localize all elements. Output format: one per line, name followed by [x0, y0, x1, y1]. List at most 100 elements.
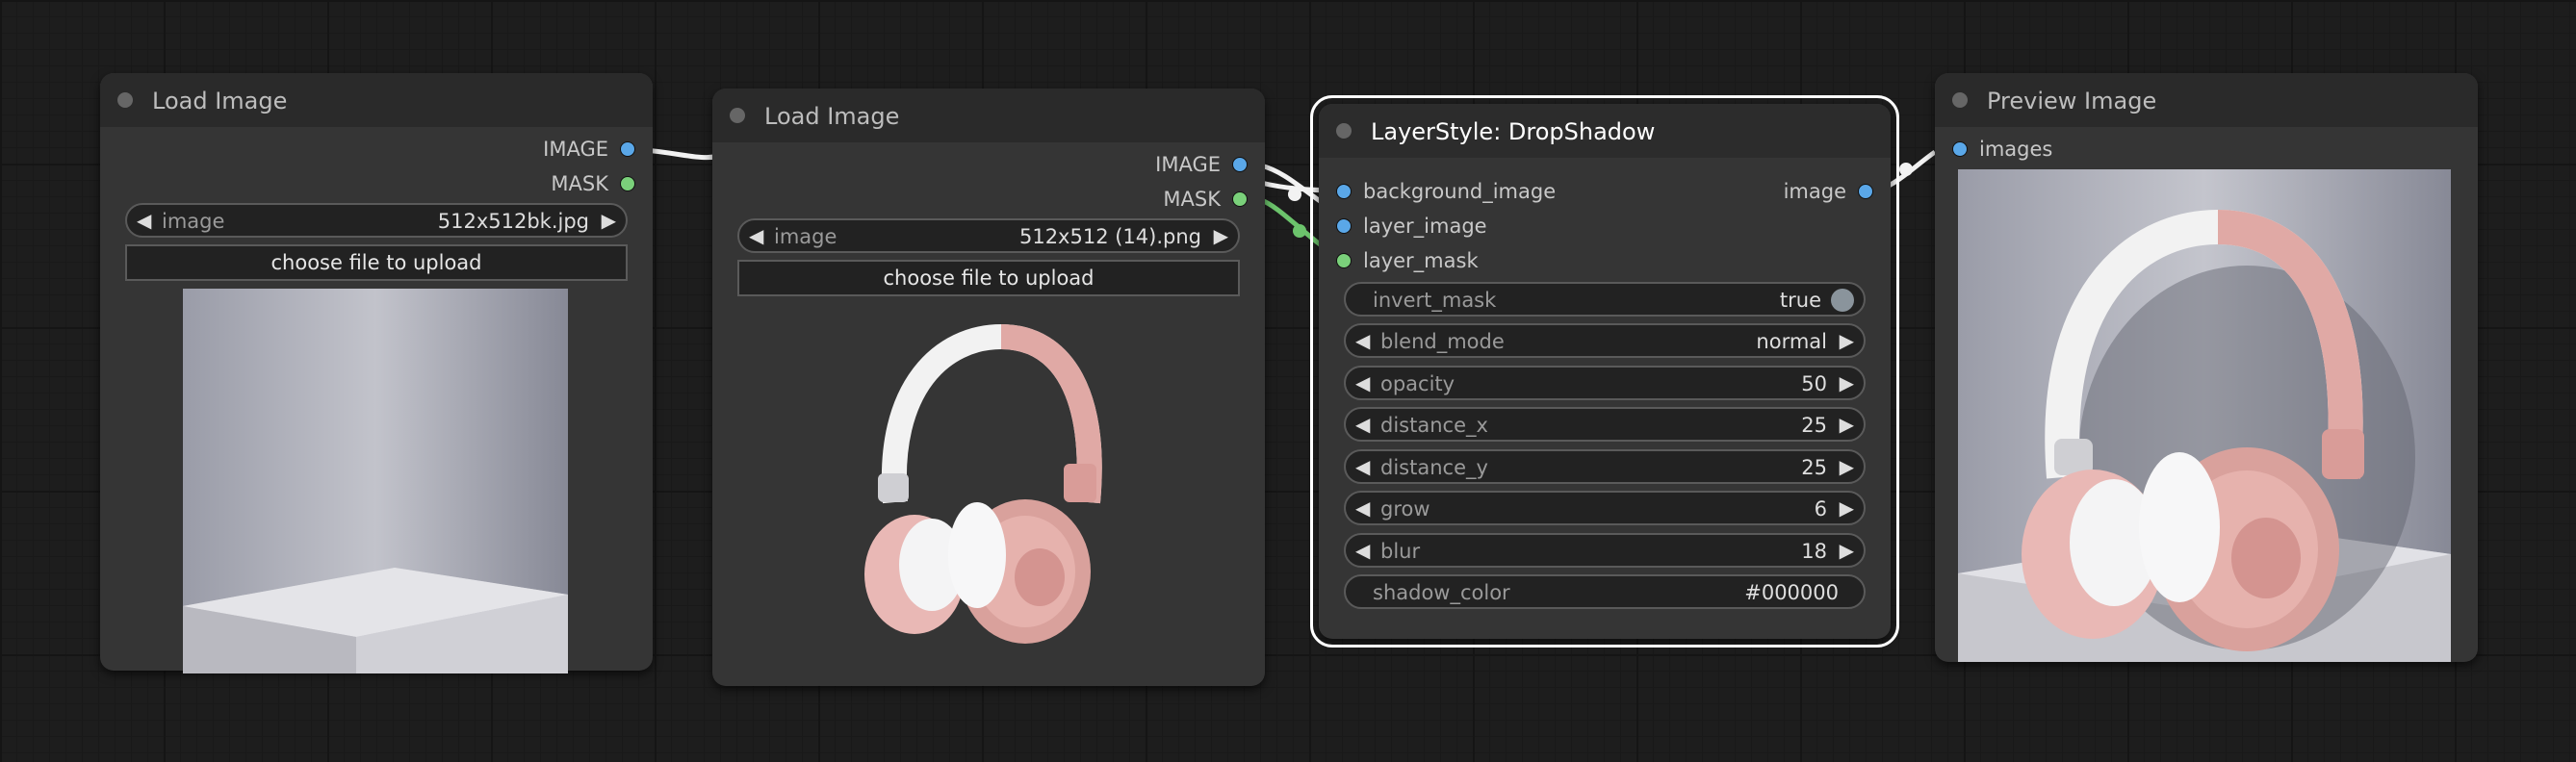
- node-title: LayerStyle: DropShadow: [1371, 118, 1656, 145]
- load-image-node-2[interactable]: Load Image IMAGE MASK ◀ image 512x512 (1…: [712, 89, 1265, 686]
- composite-preview-illustration: [1958, 169, 2451, 662]
- collapse-dot-icon[interactable]: [1952, 92, 1968, 108]
- widget-label: opacity: [1380, 372, 1455, 395]
- output-label-image: IMAGE: [1155, 153, 1221, 176]
- collapse-dot-icon[interactable]: [730, 108, 745, 123]
- image-input-dot-icon[interactable]: [1336, 218, 1352, 234]
- output-slot-image[interactable]: IMAGE: [543, 137, 635, 162]
- node-title-bar[interactable]: Load Image: [712, 89, 1265, 142]
- widget-label: distance_x: [1380, 414, 1488, 437]
- blend-mode-combo[interactable]: ◀ blend_mode normal ▶: [1344, 323, 1866, 358]
- image-preview: [183, 289, 568, 673]
- toggle-knob-icon[interactable]: [1831, 289, 1854, 312]
- upload-button[interactable]: choose file to upload: [737, 260, 1240, 296]
- widget-label: image: [162, 210, 225, 233]
- arrow-left-icon[interactable]: ◀: [1355, 413, 1370, 436]
- arrow-right-icon[interactable]: ▶: [1214, 224, 1228, 247]
- arrow-right-icon[interactable]: ▶: [602, 209, 616, 232]
- arrow-left-icon[interactable]: ◀: [749, 224, 763, 247]
- image-preview: [1958, 169, 2451, 662]
- image-input-dot-icon[interactable]: [1336, 184, 1352, 199]
- node-title-bar[interactable]: LayerStyle: DropShadow: [1319, 104, 1891, 158]
- node-title: Preview Image: [1987, 88, 2157, 114]
- widget-value: 6: [1814, 497, 1827, 521]
- output-slot-image[interactable]: IMAGE: [1155, 152, 1248, 177]
- image-output-dot-icon[interactable]: [1232, 157, 1248, 172]
- widget-value: #000000: [1744, 581, 1839, 604]
- mask-output-dot-icon[interactable]: [1232, 191, 1248, 207]
- distance-y-number-widget[interactable]: ◀ distance_y 25 ▶: [1344, 449, 1866, 484]
- load-image-node-1[interactable]: Load Image IMAGE MASK ◀ image 512x512bk.…: [100, 73, 653, 673]
- output-slot-image[interactable]: image: [1784, 179, 1873, 204]
- arrow-right-icon[interactable]: ▶: [1840, 329, 1854, 352]
- upload-button[interactable]: choose file to upload: [125, 244, 628, 281]
- widget-value: normal: [1756, 330, 1827, 353]
- arrow-right-icon[interactable]: ▶: [1840, 371, 1854, 394]
- widget-label: shadow_color: [1373, 581, 1510, 604]
- arrow-left-icon[interactable]: ◀: [137, 209, 151, 232]
- arrow-left-icon[interactable]: ◀: [1355, 371, 1370, 394]
- output-label-mask: MASK: [551, 172, 608, 195]
- input-label: images: [1979, 138, 2053, 161]
- node-graph-canvas[interactable]: Load Image IMAGE MASK ◀ image 512x512bk.…: [0, 0, 2576, 762]
- widget-label: image: [774, 225, 837, 248]
- image-preview: [857, 319, 1107, 647]
- widget-value: 50: [1801, 372, 1827, 395]
- input-label: layer_mask: [1363, 249, 1479, 272]
- image-output-dot-icon[interactable]: [1858, 184, 1873, 199]
- arrow-left-icon[interactable]: ◀: [1355, 329, 1370, 352]
- output-label-image: IMAGE: [543, 138, 608, 161]
- mask-output-dot-icon[interactable]: [620, 176, 635, 191]
- headphones-illustration: [864, 323, 1102, 644]
- distance-x-number-widget[interactable]: ◀ distance_x 25 ▶: [1344, 407, 1866, 442]
- wire-reroute-dot: [1288, 188, 1301, 201]
- arrow-left-icon[interactable]: ◀: [1355, 539, 1370, 562]
- blur-number-widget[interactable]: ◀ blur 18 ▶: [1344, 533, 1866, 568]
- image-input-dot-icon[interactable]: [1952, 141, 1968, 157]
- widget-label: blend_mode: [1380, 330, 1505, 353]
- node-title-bar[interactable]: Load Image: [100, 73, 653, 127]
- arrow-right-icon[interactable]: ▶: [1840, 539, 1854, 562]
- output-slot-mask[interactable]: MASK: [1163, 187, 1248, 212]
- arrow-left-icon[interactable]: ◀: [1355, 496, 1370, 520]
- widget-value: 18: [1801, 540, 1827, 563]
- collapse-dot-icon[interactable]: [117, 92, 133, 108]
- wire-reroute-dot-mask: [1293, 224, 1306, 238]
- arrow-left-icon[interactable]: ◀: [1355, 455, 1370, 478]
- shadow-color-text-widget[interactable]: shadow_color #000000: [1344, 574, 1866, 609]
- invert-mask-toggle[interactable]: invert_mask true: [1344, 282, 1866, 317]
- widget-value: 512x512 (14).png: [1018, 225, 1201, 248]
- drop-shadow-node[interactable]: LayerStyle: DropShadow background_image …: [1310, 95, 1899, 648]
- input-slot-layer-image[interactable]: layer_image: [1336, 214, 1487, 239]
- widget-value: 25: [1801, 456, 1827, 479]
- arrow-right-icon[interactable]: ▶: [1840, 413, 1854, 436]
- mask-input-dot-icon[interactable]: [1336, 253, 1352, 268]
- preview-image-node[interactable]: Preview Image images: [1935, 73, 2478, 662]
- collapse-dot-icon[interactable]: [1336, 123, 1352, 139]
- arrow-right-icon[interactable]: ▶: [1840, 455, 1854, 478]
- widget-label: invert_mask: [1373, 289, 1497, 312]
- output-label: image: [1783, 180, 1846, 203]
- widget-label: grow: [1380, 497, 1430, 521]
- image-combo-widget[interactable]: ◀ image 512x512bk.jpg ▶: [125, 203, 628, 238]
- opacity-number-widget[interactable]: ◀ opacity 50 ▶: [1344, 366, 1866, 400]
- input-slot-background-image[interactable]: background_image: [1336, 179, 1556, 204]
- pedestal-illustration: [183, 289, 568, 673]
- image-output-dot-icon[interactable]: [620, 141, 635, 157]
- widget-label: blur: [1380, 540, 1421, 563]
- grow-number-widget[interactable]: ◀ grow 6 ▶: [1344, 491, 1866, 525]
- node-title: Load Image: [152, 88, 288, 114]
- widget-value: true: [1779, 289, 1821, 312]
- node-title-bar[interactable]: Preview Image: [1935, 73, 2478, 127]
- arrow-right-icon[interactable]: ▶: [1840, 496, 1854, 520]
- input-slot-layer-mask[interactable]: layer_mask: [1336, 248, 1479, 273]
- node-title: Load Image: [764, 103, 900, 130]
- output-label-mask: MASK: [1163, 188, 1221, 211]
- widget-value: 25: [1801, 414, 1827, 437]
- image-combo-widget[interactable]: ◀ image 512x512 (14).png ▶: [737, 218, 1240, 253]
- wire-reroute-dot-out: [1899, 163, 1913, 176]
- widget-value: 512x512bk.jpg: [437, 210, 589, 233]
- input-label: layer_image: [1363, 215, 1487, 238]
- output-slot-mask[interactable]: MASK: [551, 171, 635, 196]
- input-slot-images[interactable]: images: [1952, 137, 2052, 162]
